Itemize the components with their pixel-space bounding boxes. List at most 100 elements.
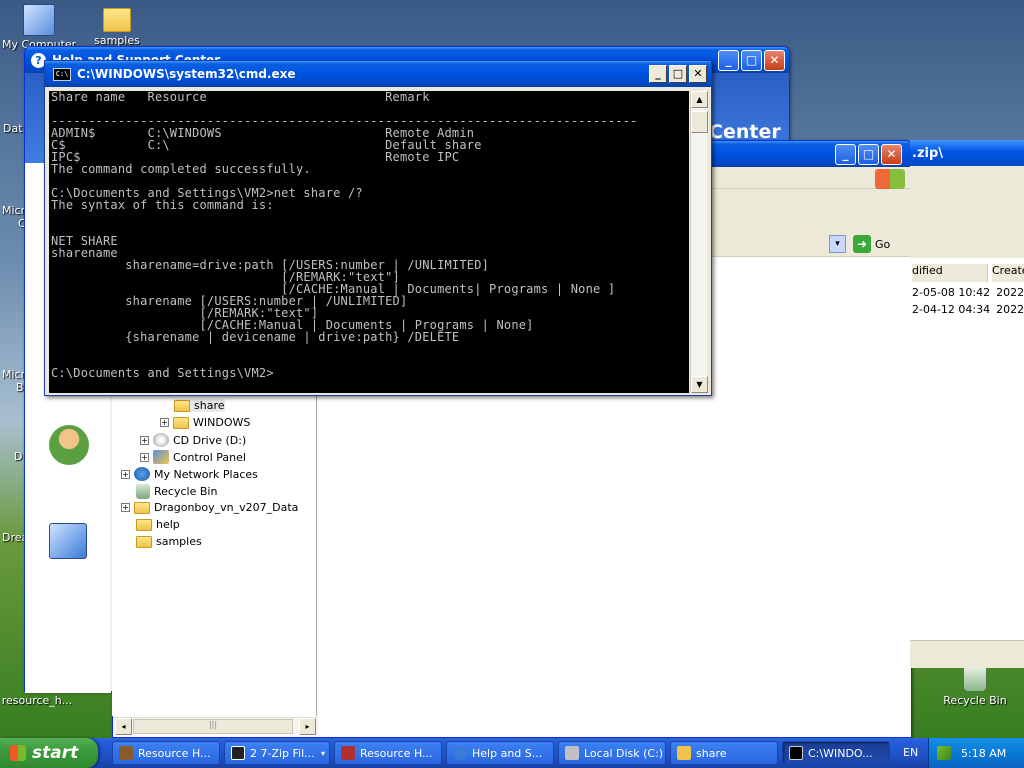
tree-item-help[interactable]: help [136, 518, 180, 531]
close-button[interactable]: ✕ [764, 50, 785, 71]
tree-item-cd-drive[interactable]: + CD Drive (D:) [140, 433, 246, 447]
console-output[interactable]: Share name Resource Remark -------------… [49, 91, 689, 393]
desktop-icon-samples[interactable]: samples [80, 4, 154, 47]
go-button[interactable]: ➜ Go [853, 235, 890, 253]
tree-item-samples[interactable]: samples [136, 535, 202, 548]
tree-item-my-network-places[interactable]: + My Network Places [121, 467, 258, 481]
tray-app-icon[interactable] [937, 746, 951, 760]
scroll-down-button[interactable]: ▼ [691, 376, 708, 393]
expand-icon[interactable]: + [121, 503, 130, 512]
task-help-support[interactable]: Help and S... [446, 741, 554, 765]
scroll-thumb[interactable]: ||| [133, 719, 293, 734]
task-label: 2 7-Zip Fil... [250, 746, 315, 760]
console-line: C:\Documents and Settings\VM2> [51, 366, 274, 380]
cell-modified: 2-04-12 04:34 [912, 303, 991, 316]
maximize-button[interactable]: □ [669, 65, 687, 83]
expand-icon[interactable]: + [140, 435, 149, 445]
column-header-created[interactable]: Create [992, 264, 1024, 282]
tree-item-share[interactable]: share [174, 399, 225, 412]
cell-created: 2022-( [996, 303, 1024, 316]
computer-icon [23, 4, 55, 36]
zip-right-panel: .zip\ dified Create 2-05-08 10:42 2022-(… [910, 140, 1024, 668]
task-label: Resource H... [360, 746, 433, 760]
folder-icon [677, 746, 691, 760]
folder-icon [103, 8, 131, 32]
task-resource-hacker-1[interactable]: Resource H... [112, 741, 220, 765]
tree-hscrollbar[interactable]: ◂ ||| ▸ [113, 717, 318, 735]
drive-icon [565, 746, 579, 760]
tree-item-dragonboy-data[interactable]: + Dragonboy_vn_v207_Data [121, 501, 298, 514]
tree-item-control-panel[interactable]: + Control Panel [140, 450, 246, 464]
scroll-right-button[interactable]: ▸ [299, 718, 316, 735]
close-button[interactable]: ✕ [689, 65, 707, 83]
go-label: Go [875, 237, 891, 251]
cell-created: 2022-( [996, 286, 1024, 299]
minimize-button[interactable]: _ [649, 65, 667, 83]
maximize-button[interactable]: □ [741, 50, 762, 71]
table-row[interactable]: 2-05-08 10:42 2022-( [912, 286, 1024, 299]
console-line: NET SHARE [51, 234, 118, 248]
system-tray: 5:18 AM [928, 738, 1024, 768]
cmd-icon [789, 746, 803, 760]
task-cmd[interactable]: C:\WINDO... [782, 741, 890, 765]
close-button[interactable]: ✕ [881, 144, 902, 165]
scroll-thumb[interactable] [691, 111, 708, 133]
folder-icon [134, 501, 150, 514]
windows-logo-icon [875, 169, 905, 189]
start-button[interactable]: start [0, 738, 98, 768]
cmd-titlebar[interactable]: C:\ C:\WINDOWS\system32\cmd.exe _ □ ✕ [45, 61, 711, 87]
tree-item-label: Control Panel [173, 450, 246, 464]
desktop-icon-my-computer[interactable]: My Computer [2, 4, 76, 51]
console-text: Share name Resource Remark -------------… [49, 91, 689, 379]
console-line: {sharename | devicename | drive:path} /D… [51, 330, 460, 344]
recycle-bin-icon [136, 484, 150, 499]
expand-icon[interactable]: + [160, 418, 169, 427]
desktop-icon-label: resource_h... [1, 694, 73, 707]
scroll-left-button[interactable]: ◂ [115, 718, 132, 735]
network-places-icon [134, 467, 150, 481]
maximize-button[interactable]: □ [858, 144, 879, 165]
task-resource-hacker-2[interactable]: Resource H... [334, 741, 442, 765]
scroll-up-button[interactable]: ▲ [691, 91, 708, 108]
task-share[interactable]: share [670, 741, 778, 765]
desktop-partial-label: Micr [2, 368, 26, 381]
7zip-icon [231, 746, 245, 760]
group-chevron-icon: ▾ [320, 748, 325, 758]
windows-flag-icon [10, 745, 26, 761]
tree-item-label: Dragonboy_vn_v207_Data [154, 501, 299, 514]
tree-item-label: help [156, 518, 180, 531]
cd-drive-icon [153, 433, 169, 447]
task-local-disk[interactable]: Local Disk (C:) [558, 741, 666, 765]
clock[interactable]: 5:18 AM [961, 747, 1006, 760]
console-scrollbar[interactable]: ▲ ▼ [690, 91, 708, 393]
minimize-button[interactable]: _ [718, 50, 739, 71]
cmd-window[interactable]: C:\ C:\WINDOWS\system32\cmd.exe _ □ ✕ Sh… [44, 60, 712, 396]
recycle-bin-icon [963, 664, 987, 692]
address-dropdown-button[interactable]: ▾ [829, 235, 846, 253]
minimize-button[interactable]: _ [835, 144, 856, 165]
tree-item-recycle-bin[interactable]: Recycle Bin [136, 484, 217, 499]
desktop-partial-label: D [14, 450, 23, 463]
taskbar: start Resource H... 2 7-Zip Fil... ▾ Res… [0, 738, 1024, 768]
window-title: C:\WINDOWS\system32\cmd.exe [77, 67, 296, 81]
computer-support-icon [49, 523, 87, 559]
console-line: Share name Resource Remark [51, 91, 430, 104]
resource-hacker-icon [341, 746, 355, 760]
tree-item-windows[interactable]: + WINDOWS [160, 416, 250, 429]
task-7zip[interactable]: 2 7-Zip Fil... ▾ [224, 741, 330, 765]
desktop-partial-label: B [16, 381, 24, 394]
folder-icon [173, 416, 189, 429]
table-row[interactable]: 2-04-12 04:34 2022-( [912, 303, 1024, 316]
task-label: Help and S... [472, 746, 543, 760]
language-indicator[interactable]: EN [903, 746, 918, 759]
expand-icon[interactable]: + [140, 452, 149, 462]
desktop-partial-label: Micr [2, 204, 26, 217]
column-header-modified[interactable]: dified [912, 264, 988, 282]
desktop-icon-recycle-bin[interactable]: Recycle Bin [938, 664, 1012, 707]
user-help-icon [49, 425, 89, 465]
folder-tree[interactable]: share + WINDOWS + CD Drive (D:) + Contro… [112, 396, 317, 716]
console-line: The command completed successfully. [51, 162, 311, 176]
expand-icon[interactable]: + [121, 469, 130, 479]
